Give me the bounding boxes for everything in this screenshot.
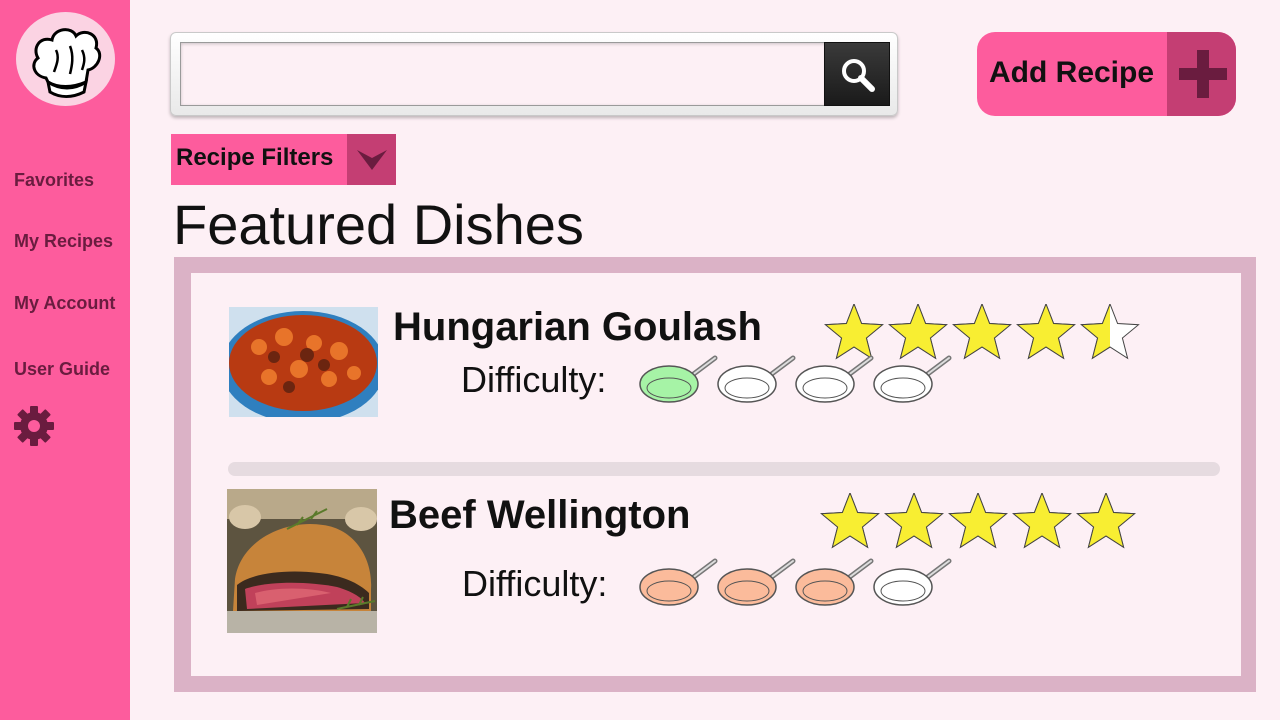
- pan-icon: [717, 558, 796, 606]
- pan-icon: [795, 558, 874, 606]
- pan-icon: [873, 558, 952, 606]
- star-fill: [952, 304, 1012, 360]
- difficulty-pans: [639, 558, 952, 606]
- difficulty-pans: [639, 355, 952, 403]
- rating-stars: [820, 493, 1136, 549]
- star-fill: [820, 493, 880, 549]
- recipe-filters-dropdown[interactable]: Recipe Filters: [171, 134, 396, 185]
- pan-icon: [639, 355, 718, 403]
- add-recipe-label: Add Recipe: [989, 56, 1155, 89]
- pan-icon: [639, 558, 718, 606]
- plus-icon: [1167, 32, 1236, 116]
- difficulty-label: Difficulty:: [461, 359, 607, 400]
- pan-icon: [873, 355, 952, 403]
- divider: [228, 462, 1220, 476]
- dish-name[interactable]: Beef Wellington: [389, 493, 690, 538]
- sidebar-item-my-recipes[interactable]: My Recipes: [14, 231, 113, 252]
- dish-name[interactable]: Hungarian Goulash: [393, 305, 762, 350]
- sidebar-item-my-account[interactable]: My Account: [14, 293, 115, 314]
- search-input[interactable]: [180, 42, 826, 106]
- search-icon: [842, 59, 875, 92]
- star-fill: [1076, 493, 1136, 549]
- sidebar-item-favorites[interactable]: Favorites: [14, 170, 94, 191]
- beef-wellington-image[interactable]: [227, 489, 377, 633]
- sidebar: Favorites My Recipes My Account User Gui…: [0, 0, 130, 720]
- sidebar-item-user-guide[interactable]: User Guide: [14, 359, 110, 380]
- search-button[interactable]: [824, 42, 890, 106]
- star-fill: [888, 304, 948, 360]
- difficulty-label: Difficulty:: [462, 563, 608, 604]
- add-recipe-button[interactable]: Add Recipe: [977, 32, 1236, 116]
- star-fill: [948, 493, 1008, 549]
- star-fill: [1012, 493, 1072, 549]
- chef-hat-icon: [32, 28, 102, 98]
- pan-icon: [717, 355, 796, 403]
- logo[interactable]: [16, 12, 115, 106]
- star-fill: [1016, 304, 1076, 360]
- star-fill: [884, 493, 944, 549]
- pan-icon: [795, 355, 874, 403]
- page-title: Featured Dishes: [173, 193, 584, 256]
- star-fill: [824, 304, 884, 360]
- goulash-image[interactable]: [229, 307, 378, 417]
- search-bar: [170, 32, 898, 116]
- featured-dishes-panel: Hungarian Goulash Difficulty: Beef Welli…: [174, 257, 1256, 692]
- recipe-filters-label: Recipe Filters: [176, 144, 334, 171]
- chevron-down-icon: [357, 150, 387, 170]
- gear-icon[interactable]: [12, 404, 56, 448]
